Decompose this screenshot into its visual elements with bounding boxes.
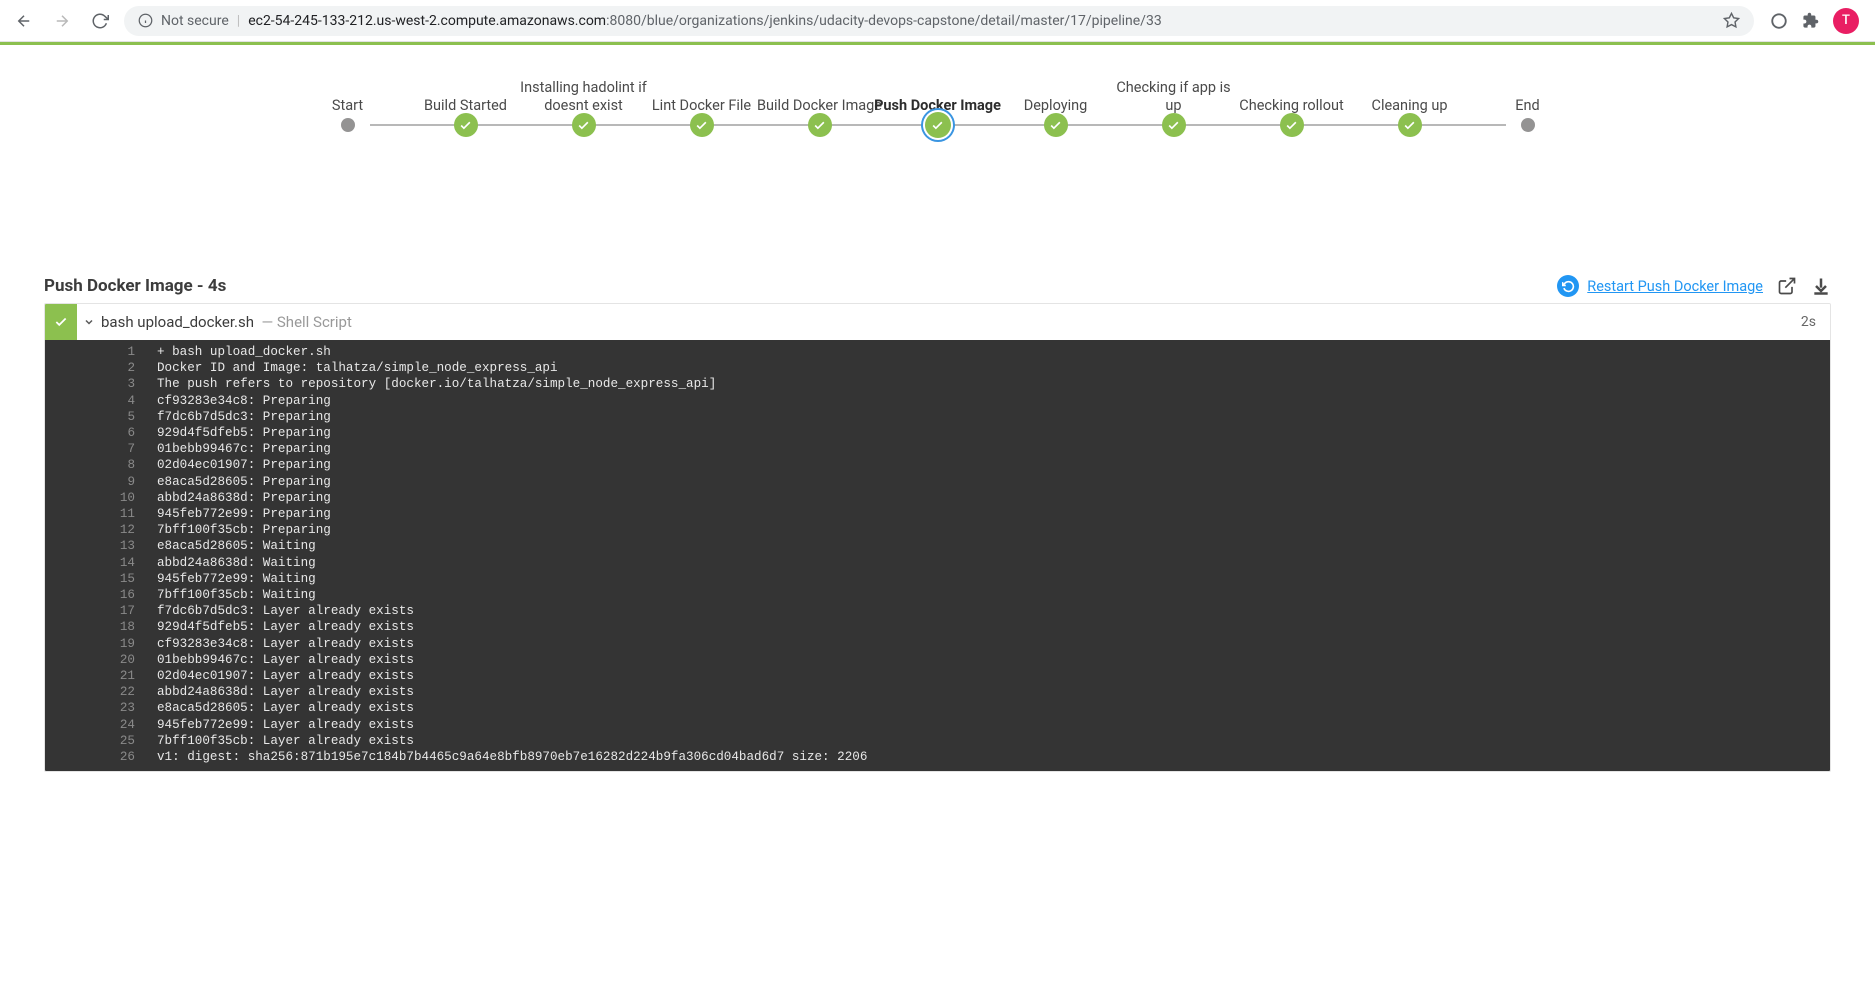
info-icon [138,13,153,28]
console-line: 3The push refers to repository [docker.i… [45,376,1830,392]
terminal-node-icon[interactable] [341,118,355,132]
success-node-icon[interactable] [454,113,478,137]
stage-label: Start [283,97,413,115]
success-node-icon[interactable] [1280,113,1304,137]
stage-label: Checking if app is up [1109,79,1239,115]
arrow-left-icon [15,12,33,30]
step-command: bash upload_docker.sh [101,313,254,331]
separator: | [237,13,240,29]
security-label: Not secure [161,13,229,29]
console-line: 167bff100f35cb: Waiting [45,587,1830,603]
success-node-icon[interactable] [808,113,832,137]
console-line: 257bff100f35cb: Layer already exists [45,733,1830,749]
profile-avatar[interactable]: T [1833,8,1859,34]
chevron-down-icon [77,316,101,328]
console-output[interactable]: 1+ bash upload_docker.sh2Docker ID and I… [45,340,1830,771]
star-icon[interactable] [1723,12,1740,29]
console-line: 15945feb772e99: Waiting [45,571,1830,587]
circle-icon[interactable] [1770,12,1788,30]
success-node-icon[interactable] [572,113,596,137]
log-header[interactable]: bash upload_docker.sh — Shell Script 2s [45,304,1830,340]
restart-icon [1557,275,1579,297]
stage-label: Installing hadolint if doesnt exist [519,79,649,115]
console-line: 26v1: digest: sha256:871b195e7c184b7b446… [45,749,1830,765]
open-external-icon[interactable] [1777,276,1797,296]
reload-button[interactable] [86,7,114,35]
reload-icon [91,12,109,30]
step-status-icon [45,304,77,340]
address-bar[interactable]: Not secure | ec2-54-245-133-212.us-west-… [124,6,1754,36]
console-line: 127bff100f35cb: Preparing [45,522,1830,538]
console-line: 19cf93283e34c8: Layer already exists [45,636,1830,652]
log-step: bash upload_docker.sh — Shell Script 2s … [44,303,1831,772]
success-node-icon[interactable] [925,112,951,138]
console-line: 1+ bash upload_docker.sh [45,344,1830,360]
arrow-right-icon [53,12,71,30]
forward-button[interactable] [48,7,76,35]
console-line: 14abbd24a8638d: Waiting [45,555,1830,571]
console-line: 24945feb772e99: Layer already exists [45,717,1830,733]
console-line: 11945feb772e99: Preparing [45,506,1830,522]
console-line: 17f7dc6b7d5dc3: Layer already exists [45,603,1830,619]
terminal-node-icon[interactable] [1521,118,1535,132]
stage-label: End [1463,97,1593,115]
console-line: 10abbd24a8638d: Preparing [45,490,1830,506]
browser-toolbar: Not secure | ec2-54-245-133-212.us-west-… [0,0,1875,42]
console-line: 18929d4f5dfeb5: Layer already exists [45,619,1830,635]
restart-stage-button[interactable]: Restart Push Docker Image [1557,275,1763,297]
step-subtitle: — Shell Script [261,313,351,331]
success-node-icon[interactable] [1044,113,1068,137]
extensions-icon[interactable] [1802,12,1819,29]
console-line: 9e8aca5d28605: Preparing [45,474,1830,490]
console-line: 701bebb99467c: Preparing [45,441,1830,457]
stage-title: Push Docker Image - 4s [44,276,226,296]
console-line: 802d04ec01907: Preparing [45,457,1830,473]
console-line: 2102d04ec01907: Layer already exists [45,668,1830,684]
pipeline-graph: StartBuild StartedInstalling hadolint if… [0,45,1875,159]
console-line: 2Docker ID and Image: talhatza/simple_no… [45,360,1830,376]
success-node-icon[interactable] [1162,113,1186,137]
success-node-icon[interactable] [690,113,714,137]
console-line: 4cf93283e34c8: Preparing [45,393,1830,409]
restart-stage-link[interactable]: Restart Push Docker Image [1587,278,1763,295]
console-line: 22abbd24a8638d: Layer already exists [45,684,1830,700]
console-line: 13e8aca5d28605: Waiting [45,538,1830,554]
back-button[interactable] [10,7,38,35]
download-icon[interactable] [1811,276,1831,296]
console-line: 2001bebb99467c: Layer already exists [45,652,1830,668]
step-duration: 2s [1801,314,1830,330]
url: ec2-54-245-133-212.us-west-2.compute.ama… [248,13,1162,29]
console-line: 5f7dc6b7d5dc3: Preparing [45,409,1830,425]
success-node-icon[interactable] [1398,113,1422,137]
console-line: 6929d4f5dfeb5: Preparing [45,425,1830,441]
console-line: 23e8aca5d28605: Layer already exists [45,700,1830,716]
